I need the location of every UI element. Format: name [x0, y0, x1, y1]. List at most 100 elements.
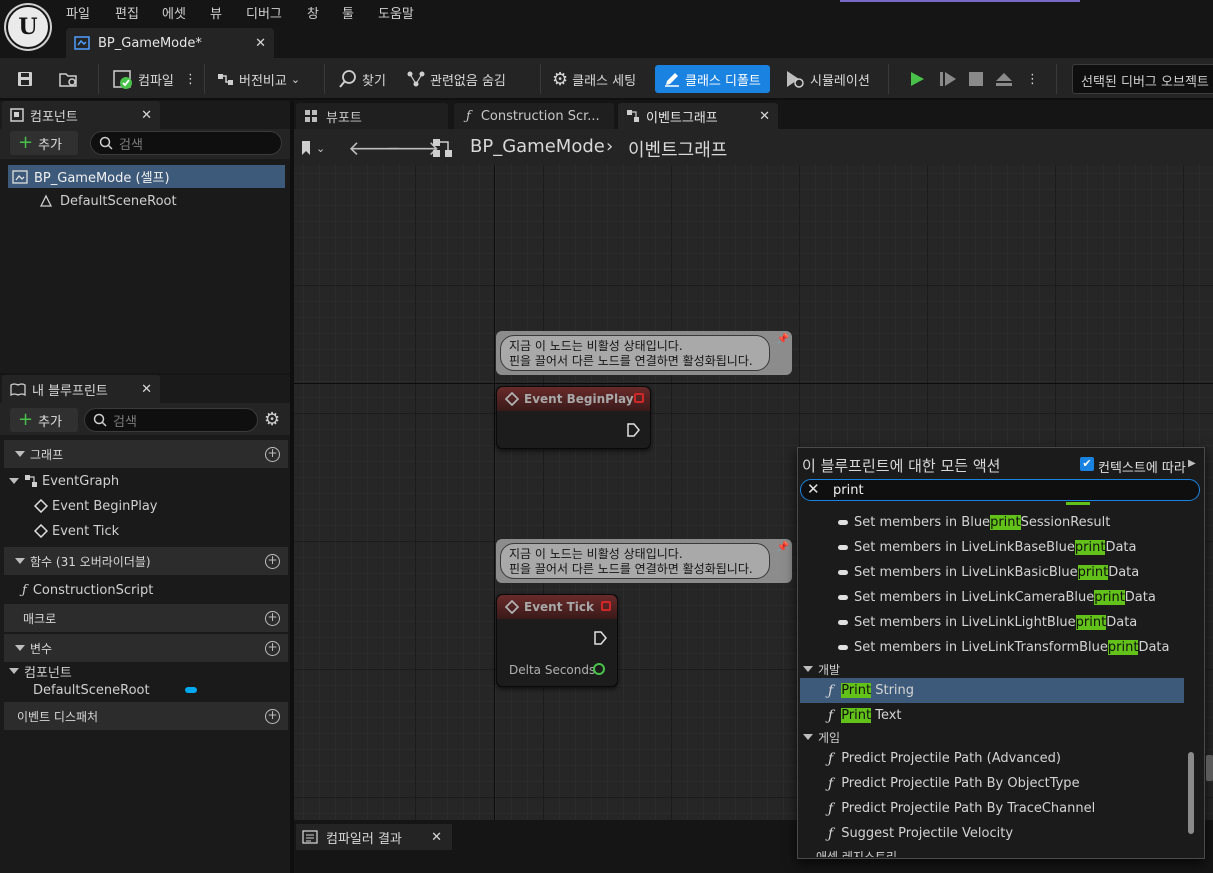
action-menu-scrollbar[interactable]	[1188, 752, 1194, 834]
tab-viewport[interactable]: 뷰포트	[296, 103, 448, 129]
hide-unrelated-button[interactable]: 관련없음 숨김	[406, 65, 506, 93]
add-dispatcher-icon[interactable]: +	[265, 708, 280, 724]
save-button[interactable]	[16, 65, 34, 93]
chevron-down-icon: ⌄	[316, 141, 326, 155]
category-graph[interactable]: 그래프 +	[4, 440, 288, 468]
action-item-post: Data	[1124, 590, 1156, 605]
tab-event-graph[interactable]: 이벤트그래프 ✕	[618, 103, 778, 129]
exec-pin-icon[interactable]	[626, 422, 640, 441]
category-macros[interactable]: 매크로 +	[4, 604, 288, 632]
node-comment-begin-play[interactable]: 지금 이 노드는 비활성 상태입니다. 핀을 끌어서 다른 노드를 연결하면 활…	[496, 331, 792, 375]
menu-debug[interactable]: 디버그	[246, 3, 282, 22]
action-search-input[interactable]: ✕ print	[800, 479, 1200, 501]
add-graph-icon[interactable]: +	[265, 446, 280, 462]
action-category-game[interactable]: 게임	[800, 727, 1184, 747]
add-macro-icon[interactable]: +	[265, 610, 280, 626]
tree-event-begin-play[interactable]: Event BeginPlay	[34, 497, 158, 515]
action-item-predict-projectile-trace-channel[interactable]: ƒ Predict Projectile Path By TraceChannel	[800, 796, 1184, 821]
delegate-pin-icon[interactable]	[634, 393, 644, 403]
action-category-development[interactable]: 개발	[800, 659, 1184, 679]
expand-arrow-icon	[15, 558, 25, 564]
compile-button[interactable]: 컴파일	[112, 65, 174, 93]
components-search-input[interactable]: 검색	[90, 131, 282, 155]
close-icon[interactable]: ✕	[141, 382, 152, 397]
class-defaults-button[interactable]: 클래스 디폴트	[655, 65, 770, 93]
menu-window[interactable]: 창	[307, 3, 319, 22]
delegate-pin-icon[interactable]	[601, 601, 611, 611]
play-options-icon[interactable]: ⋮	[1026, 65, 1039, 93]
tree-variable-default-scene-root[interactable]: DefaultSceneRoot	[33, 682, 203, 698]
action-item-set-members-0[interactable]: Set members in Blue print SessionResult	[800, 510, 1184, 535]
menu-view[interactable]: 뷰	[210, 3, 222, 22]
menu-tools[interactable]: 툴	[342, 3, 354, 22]
category-functions[interactable]: 함수 (31 오버라이더블) +	[4, 547, 288, 575]
close-icon[interactable]: ✕	[255, 36, 266, 51]
browse-button[interactable]	[58, 65, 80, 93]
category-variables[interactable]: 변수 +	[4, 634, 288, 662]
component-self[interactable]: BP_GameMode (셀프)	[8, 165, 285, 188]
exec-pin-icon[interactable]	[593, 630, 607, 649]
debug-object-select[interactable]: 선택된 디버그 오브젝트 없음	[1072, 64, 1213, 94]
action-item-set-members-1[interactable]: Set members in LiveLinkBaseBlue print Data	[800, 535, 1184, 560]
menu-file[interactable]: 파일	[66, 3, 90, 22]
tree-event-tick-label: Event Tick	[52, 523, 120, 539]
node-event-begin-play[interactable]: Event BeginPlay	[496, 386, 651, 449]
component-default-scene-root[interactable]: DefaultSceneRoot	[38, 192, 278, 210]
my-blueprint-tab[interactable]: 내 블루프린트 ✕	[2, 375, 160, 403]
components-tab[interactable]: 컴포넌트 ✕	[2, 101, 160, 129]
stop-button[interactable]	[968, 65, 984, 93]
play-button[interactable]	[908, 65, 926, 93]
step-button[interactable]	[938, 65, 958, 93]
node-event-tick[interactable]: Event Tick Delta Seconds	[496, 594, 618, 687]
diff-button[interactable]: 버전비교 ⌄	[216, 65, 300, 93]
my-blueprint-search-input[interactable]: 검색	[84, 408, 258, 432]
clear-search-icon[interactable]: ✕	[807, 480, 820, 498]
breadcrumb-root[interactable]: BP_GameMode	[470, 136, 605, 157]
action-item-set-members-3[interactable]: Set members in LiveLinkCameraBlue print Da…	[800, 585, 1184, 610]
tree-components-sub[interactable]: 컴포넌트	[6, 663, 72, 681]
gear-icon[interactable]: ⚙	[264, 409, 280, 430]
add-variable-icon[interactable]: +	[265, 640, 280, 656]
menu-asset[interactable]: 에셋	[162, 3, 186, 22]
menu-edit[interactable]: 편집	[115, 3, 139, 22]
unreal-logo-icon[interactable]: U	[6, 5, 50, 49]
simulation-button[interactable]: 시뮬레이션	[784, 65, 870, 93]
plus-icon: +	[18, 132, 34, 153]
compile-options-icon[interactable]: ⋮	[184, 65, 197, 93]
action-item-set-members-5[interactable]: Set members in LiveLinkTransformBlue prin…	[800, 635, 1184, 660]
action-item-print-text[interactable]: ƒ Print Text	[800, 703, 1184, 728]
pin-icon[interactable]: 📌	[777, 542, 789, 553]
my-blueprint-title: 내 블루프린트	[32, 383, 108, 399]
tab-construction-script[interactable]: ƒ Construction Scr...	[454, 103, 614, 129]
context-sensitive-checkbox[interactable]: ✔	[1080, 457, 1094, 471]
close-icon[interactable]: ✕	[431, 830, 442, 845]
compiler-results-tab[interactable]: 컴파일러 결과 ✕	[296, 824, 452, 850]
category-event-dispatchers[interactable]: 이벤트 디스패처 +	[4, 702, 288, 730]
pencil-icon	[663, 70, 681, 88]
close-icon[interactable]: ✕	[759, 109, 770, 124]
action-item-predict-projectile-advanced[interactable]: ƒ Predict Projectile Path (Advanced)	[800, 746, 1184, 771]
graph-scroll-handle[interactable]	[1206, 755, 1213, 781]
action-item-print-string[interactable]: ƒ Print String	[800, 678, 1184, 703]
class-settings-button[interactable]: ⚙ 클래스 세팅	[552, 65, 636, 93]
action-item-set-members-4[interactable]: Set members in LiveLinkLightBlue print Dat…	[800, 610, 1184, 635]
document-tab[interactable]: BP_GameMode* ✕	[66, 28, 274, 58]
action-item-suggest-projectile-velocity[interactable]: ƒ Suggest Projectile Velocity	[800, 821, 1184, 846]
action-item-set-members-2[interactable]: Set members in LiveLinkBasicBlue print Dat…	[800, 560, 1184, 585]
tree-event-tick[interactable]: Event Tick	[34, 522, 119, 540]
action-item-predict-projectile-object-type[interactable]: ƒ Predict Projectile Path By ObjectType	[800, 771, 1184, 796]
add-component-button[interactable]: + 추가	[10, 131, 78, 155]
add-function-icon[interactable]: +	[265, 553, 280, 569]
node-comment-tick[interactable]: 지금 이 노드는 비활성 상태입니다. 핀을 끌어서 다른 노드를 연결하면 활…	[496, 539, 792, 583]
find-button[interactable]: 찾기	[338, 65, 386, 93]
eject-button[interactable]	[994, 65, 1014, 93]
tree-event-graph[interactable]: EventGraph	[6, 472, 119, 490]
event-diamond-icon	[34, 524, 48, 538]
bookmark-button[interactable]: ⌄	[300, 138, 336, 158]
tree-construction-script[interactable]: ƒ ConstructionScript	[22, 581, 153, 599]
float-pin-icon[interactable]	[593, 663, 605, 675]
close-icon[interactable]: ✕	[141, 108, 152, 123]
pin-icon[interactable]: 📌	[777, 334, 789, 345]
menu-help[interactable]: 도움말	[378, 3, 414, 22]
add-member-button[interactable]: + 추가	[10, 408, 78, 432]
